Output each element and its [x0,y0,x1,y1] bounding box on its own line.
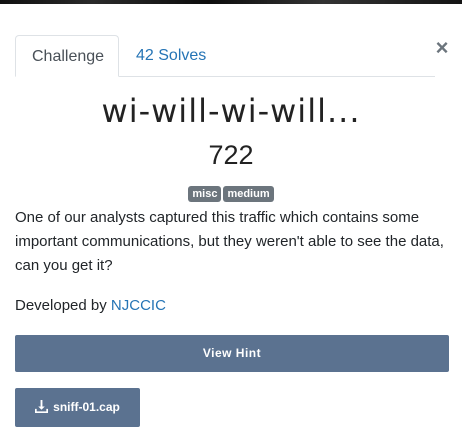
download-file-button[interactable]: sniff-01.cap [15,388,140,427]
backdrop-strip [0,0,462,4]
challenge-tags: misc medium [0,186,462,202]
tag-badge: misc [188,186,222,202]
file-name: sniff-01.cap [53,400,120,414]
tab-challenge[interactable]: Challenge [15,35,119,77]
challenge-points: 722 [208,140,254,170]
developer-link[interactable]: NJCCIC [111,297,166,314]
download-icon [35,400,49,413]
close-button[interactable]: × [432,36,452,60]
challenge-tabs: Challenge 42 Solves [15,35,435,77]
developer-credit: Developed by NJCCIC [15,294,447,318]
developer-prefix: Developed by [15,297,111,314]
tab-solves[interactable]: 42 Solves [120,35,222,77]
challenge-title: wi-will-wi-will... [101,92,361,130]
tag-badge: medium [223,186,274,202]
challenge-description: One of our analysts captured this traffi… [15,209,444,274]
view-hint-button[interactable]: View Hint [15,335,449,372]
